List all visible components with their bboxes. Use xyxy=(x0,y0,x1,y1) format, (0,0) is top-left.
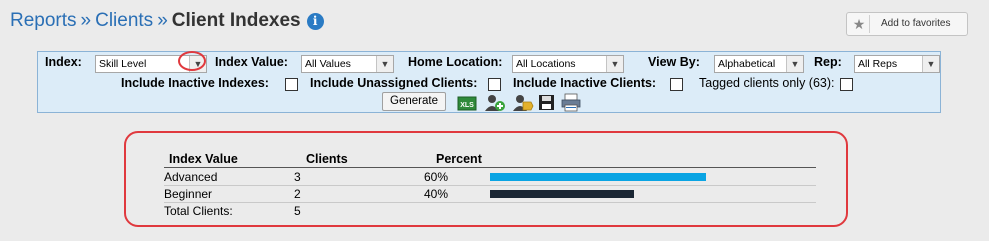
breadcrumb-reports-link[interactable]: Reports xyxy=(10,10,77,31)
include-inactive-indexes-checkbox[interactable] xyxy=(285,78,298,91)
view-by-label: View By: xyxy=(648,55,700,69)
rep-label: Rep: xyxy=(814,55,842,69)
index-value-label: Index Value: xyxy=(215,55,288,69)
info-icon[interactable]: i xyxy=(306,13,324,30)
filter-panel: Index: Skill Level ▼ Index Value: All Va… xyxy=(37,51,941,113)
rep-select-value: All Reps xyxy=(858,58,898,70)
table-row: Beginner 2 40% xyxy=(164,187,816,201)
index-value-select-value: All Values xyxy=(305,58,351,70)
tagged-clients-only-label: Tagged clients only (63): xyxy=(699,76,835,90)
total-label: Total Clients: xyxy=(164,204,233,218)
rep-select[interactable]: All Reps ▼ xyxy=(854,55,940,73)
row-index-value: Beginner xyxy=(164,187,213,201)
percent-bar xyxy=(490,173,706,181)
view-by-select[interactable]: Alphabetical ▼ xyxy=(714,55,804,73)
chevron-down-icon[interactable]: ▼ xyxy=(376,56,393,72)
print-icon[interactable] xyxy=(560,93,582,112)
header-percent: Percent xyxy=(436,152,482,166)
xls-icon-text: XLS xyxy=(460,102,474,109)
include-inactive-clients-checkbox[interactable] xyxy=(670,78,683,91)
row-clients: 3 xyxy=(294,170,301,184)
include-inactive-clients-label: Include Inactive Clients: xyxy=(513,76,657,90)
include-inactive-indexes-label: Include Inactive Indexes: xyxy=(121,76,269,90)
total-row: Total Clients: 5 xyxy=(164,204,816,218)
breadcrumb-clients-link[interactable]: Clients xyxy=(95,10,153,31)
header-index-value: Index Value xyxy=(169,152,238,166)
row-divider xyxy=(164,202,816,203)
row-index-value: Advanced xyxy=(164,170,218,184)
tagged-clients-only-checkbox[interactable] xyxy=(840,78,853,91)
header-divider xyxy=(164,167,816,168)
page-title: Reports» Clients» Client Indexes i xyxy=(10,9,324,33)
include-unassigned-clients-label: Include Unassigned Clients: xyxy=(310,76,478,90)
breadcrumb-separator: » xyxy=(80,10,92,31)
index-value-select[interactable]: All Values ▼ xyxy=(301,55,394,73)
row-percent: 40% xyxy=(424,187,449,201)
results-table: Index Value Clients Percent Advanced 3 6… xyxy=(124,131,848,227)
breadcrumb-current: Client Indexes xyxy=(171,10,301,31)
view-by-select-value: Alphabetical xyxy=(718,58,776,70)
home-location-label: Home Location: xyxy=(408,55,503,69)
save-icon[interactable] xyxy=(536,93,558,112)
home-location-select[interactable]: All Locations ▼ xyxy=(512,55,624,73)
index-label: Index: xyxy=(45,55,82,69)
generate-button[interactable]: Generate xyxy=(382,92,446,111)
row-clients: 2 xyxy=(294,187,301,201)
percent-bar xyxy=(490,190,634,198)
chevron-down-icon[interactable]: ▼ xyxy=(606,56,623,72)
star-icon: ★ xyxy=(849,15,870,33)
table-row: Advanced 3 60% xyxy=(164,170,816,184)
chevron-down-icon[interactable]: ▼ xyxy=(922,56,939,72)
highlight-circle xyxy=(178,51,206,71)
add-client-icon[interactable] xyxy=(484,93,506,112)
excel-export-icon[interactable]: XLS xyxy=(456,93,478,112)
total-value: 5 xyxy=(294,204,301,218)
home-location-select-value: All Locations xyxy=(516,58,576,70)
chevron-down-icon[interactable]: ▼ xyxy=(786,56,803,72)
add-to-favorites-label: Add to favorites xyxy=(881,18,951,29)
tag-client-icon[interactable] xyxy=(512,93,534,112)
header-clients: Clients xyxy=(306,152,348,166)
breadcrumb-separator: » xyxy=(157,10,168,31)
row-divider xyxy=(164,185,816,186)
index-select-value: Skill Level xyxy=(99,58,147,70)
row-percent: 60% xyxy=(424,170,449,184)
add-to-favorites-button[interactable]: ★ Add to favorites xyxy=(846,12,968,36)
include-unassigned-clients-checkbox[interactable] xyxy=(488,78,501,91)
